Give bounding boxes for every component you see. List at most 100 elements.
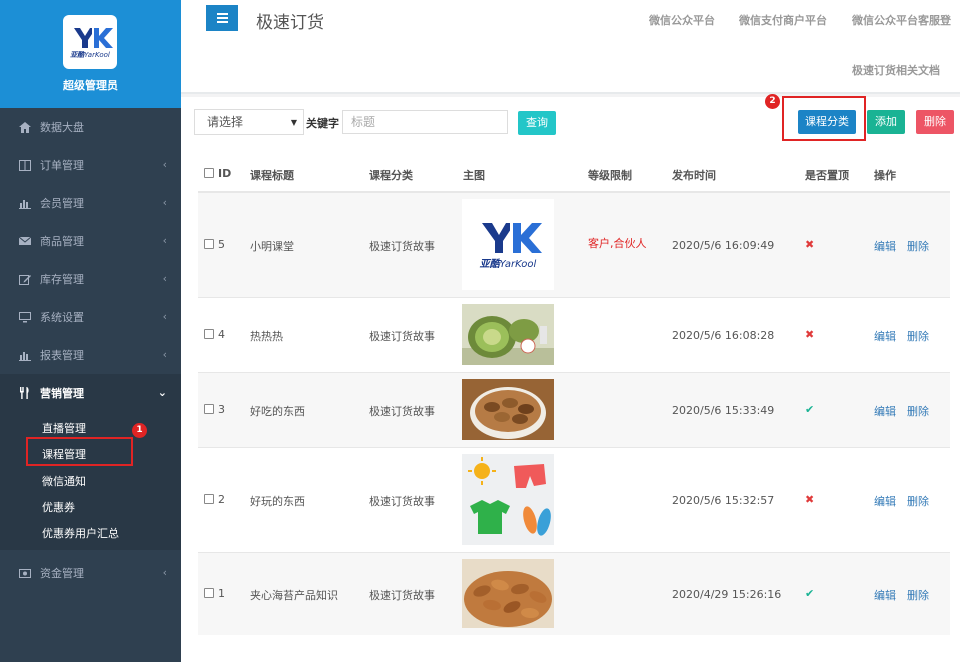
image-logo-text-en: YarKool xyxy=(499,259,537,270)
sidebar-item-finance[interactable]: 资金管理 ‹ xyxy=(0,554,181,592)
sidebar-item-settings[interactable]: 系统设置 ‹ xyxy=(0,298,181,336)
sidebar-item-inventory[interactable]: 库存管理 ‹ xyxy=(0,260,181,298)
table-row: 4 热热热 极速订货故事 2020/5/6 16:08:28 ✖ 编辑 删除 xyxy=(198,297,950,372)
delete-link[interactable]: 删除 xyxy=(907,403,929,419)
edit-link[interactable]: 编辑 xyxy=(874,403,896,419)
row-title: 夹心海苔产品知识 xyxy=(250,589,338,602)
submenu-item-coupon-users[interactable]: 优惠券用户汇总 xyxy=(42,525,119,541)
row-checkbox[interactable] xyxy=(204,239,214,249)
sidebar-item-orders[interactable]: 订单管理 ‹ xyxy=(0,146,181,184)
row-category: 极速订货故事 xyxy=(369,495,435,508)
monitor-icon xyxy=(18,311,32,323)
chevron-left-icon: ‹ xyxy=(162,234,167,247)
not-pinned-icon: ✖ xyxy=(805,328,815,341)
sidebar-item-products[interactable]: 商品管理 ‹ xyxy=(0,222,181,260)
delete-link[interactable]: 删除 xyxy=(907,587,929,603)
table-row: 1 夹心海苔产品知识 极速订货故事 2020/4/29 15:26:16 ✔ 编… xyxy=(198,552,950,635)
filter-select[interactable]: 请选择 ▼ xyxy=(194,109,304,135)
logo-text-cn: 亚酷 xyxy=(70,51,85,59)
submenu-item-wechat-notify[interactable]: 微信通知 xyxy=(42,473,86,489)
delete-link[interactable]: 删除 xyxy=(907,328,929,344)
edit-link[interactable]: 编辑 xyxy=(874,238,896,254)
annotation-badge-1: 1 xyxy=(132,423,147,438)
delete-link[interactable]: 删除 xyxy=(907,493,929,509)
submenu-item-coupons[interactable]: 优惠券 xyxy=(42,499,75,515)
chevron-left-icon: ‹ xyxy=(162,566,167,579)
link-wechat-service[interactable]: 微信公众平台客服登 xyxy=(852,12,960,28)
row-title: 热热热 xyxy=(250,330,283,343)
cutlery-icon xyxy=(18,387,32,399)
user-role: 超级管理员 xyxy=(63,79,118,92)
annotation-badge-2: 2 xyxy=(765,94,780,109)
row-time: 2020/5/6 15:32:57 xyxy=(672,494,775,507)
sidebar-item-members[interactable]: 会员管理 ‹ xyxy=(0,184,181,222)
select-value: 请选择 xyxy=(207,115,244,129)
chevron-down-icon: ⌄ xyxy=(157,386,167,399)
row-image-logo[interactable]: 亚酷YarKool xyxy=(462,199,554,290)
money-icon xyxy=(18,568,32,578)
row-time: 2020/4/29 15:26:16 xyxy=(672,588,782,601)
row-id: 1 xyxy=(218,587,225,600)
logo-text-en: YarKool xyxy=(84,51,110,59)
sidebar-item-reports[interactable]: 报表管理 ‹ xyxy=(0,336,181,374)
hamburger-icon-line xyxy=(216,17,228,19)
link-wechat-pay[interactable]: 微信支付商户平台 xyxy=(739,12,827,28)
chevron-left-icon: ‹ xyxy=(162,272,167,285)
chevron-left-icon: ‹ xyxy=(162,310,167,323)
submenu-item-live[interactable]: 直播管理 xyxy=(42,420,86,436)
sidebar-item-label: 订单管理 xyxy=(40,159,84,172)
table-row: 3 好吃的东西 极速订货故事 2020/5/6 15:33:49 ✔ 编辑 删除 xyxy=(198,372,950,447)
add-button[interactable]: 添加 xyxy=(867,110,905,134)
content-panel: 请选择 ▼ 关键字 查询 课程分类 添加 删除 2 ID 课程标题 课程分类 主… xyxy=(181,94,960,662)
row-checkbox[interactable] xyxy=(204,404,214,414)
row-checkbox[interactable] xyxy=(204,329,214,339)
header-actions: 操作 xyxy=(874,169,896,182)
select-all-checkbox[interactable] xyxy=(204,168,214,178)
menu-toggle-button[interactable] xyxy=(206,5,238,31)
edit-link[interactable]: 编辑 xyxy=(874,587,896,603)
row-image-almonds[interactable] xyxy=(462,559,554,628)
header-level: 等级限制 xyxy=(588,169,632,182)
marketing-submenu: 直播管理 课程管理 微信通知 优惠券 优惠券用户汇总 xyxy=(0,410,181,550)
row-image-summer-clothes[interactable] xyxy=(462,454,554,545)
yarkool-logo-icon xyxy=(74,28,113,48)
row-image-nuts-bowl[interactable] xyxy=(462,379,554,440)
row-id: 5 xyxy=(218,238,225,251)
sidebar: 亚酷YarKool 超级管理员 数据大盘 订单管理 ‹ 会员管理 ‹ 商品管理 … xyxy=(0,0,181,662)
row-category: 极速订货故事 xyxy=(369,240,435,253)
row-checkbox[interactable] xyxy=(204,588,214,598)
row-checkbox[interactable] xyxy=(204,494,214,504)
row-time: 2020/5/6 16:08:28 xyxy=(672,329,775,342)
header-pinned: 是否置顶 xyxy=(805,169,849,182)
page-title: 极速订货 xyxy=(256,13,324,33)
brand-logo[interactable]: 亚酷YarKool xyxy=(63,15,117,69)
search-button[interactable]: 查询 xyxy=(518,111,556,135)
link-wechat-mp[interactable]: 微信公众平台 xyxy=(649,12,715,28)
delete-link[interactable]: 删除 xyxy=(907,238,929,254)
row-level: 客户,合伙人 xyxy=(588,237,647,250)
row-id: 3 xyxy=(218,403,225,416)
sidebar-item-dashboard[interactable]: 数据大盘 xyxy=(0,108,181,146)
header-image: 主图 xyxy=(463,169,485,182)
bulk-delete-button[interactable]: 删除 xyxy=(916,110,954,134)
sidebar-item-label: 商品管理 xyxy=(40,235,84,248)
edit-link[interactable]: 编辑 xyxy=(874,328,896,344)
row-title: 小明课堂 xyxy=(250,240,294,253)
link-docs[interactable]: 极速订货相关文档 xyxy=(852,62,940,78)
row-time: 2020/5/6 15:33:49 xyxy=(672,404,775,417)
row-time: 2020/5/6 16:09:49 xyxy=(672,239,775,252)
home-icon xyxy=(18,121,32,133)
title-search-input[interactable] xyxy=(342,110,508,134)
envelope-icon xyxy=(18,236,32,246)
edit-link[interactable]: 编辑 xyxy=(874,493,896,509)
pinned-check-icon: ✔ xyxy=(805,587,815,600)
chevron-left-icon: ‹ xyxy=(162,158,167,171)
pinned-check-icon: ✔ xyxy=(805,403,815,416)
row-image-melon[interactable] xyxy=(462,304,554,365)
row-title: 好玩的东西 xyxy=(250,495,305,508)
sidebar-item-label: 报表管理 xyxy=(40,349,84,362)
not-pinned-icon: ✖ xyxy=(805,493,815,506)
not-pinned-icon: ✖ xyxy=(805,238,815,251)
sidebar-item-marketing[interactable]: 营销管理 ⌄ xyxy=(0,374,181,412)
sidebar-item-label: 数据大盘 xyxy=(40,121,84,134)
